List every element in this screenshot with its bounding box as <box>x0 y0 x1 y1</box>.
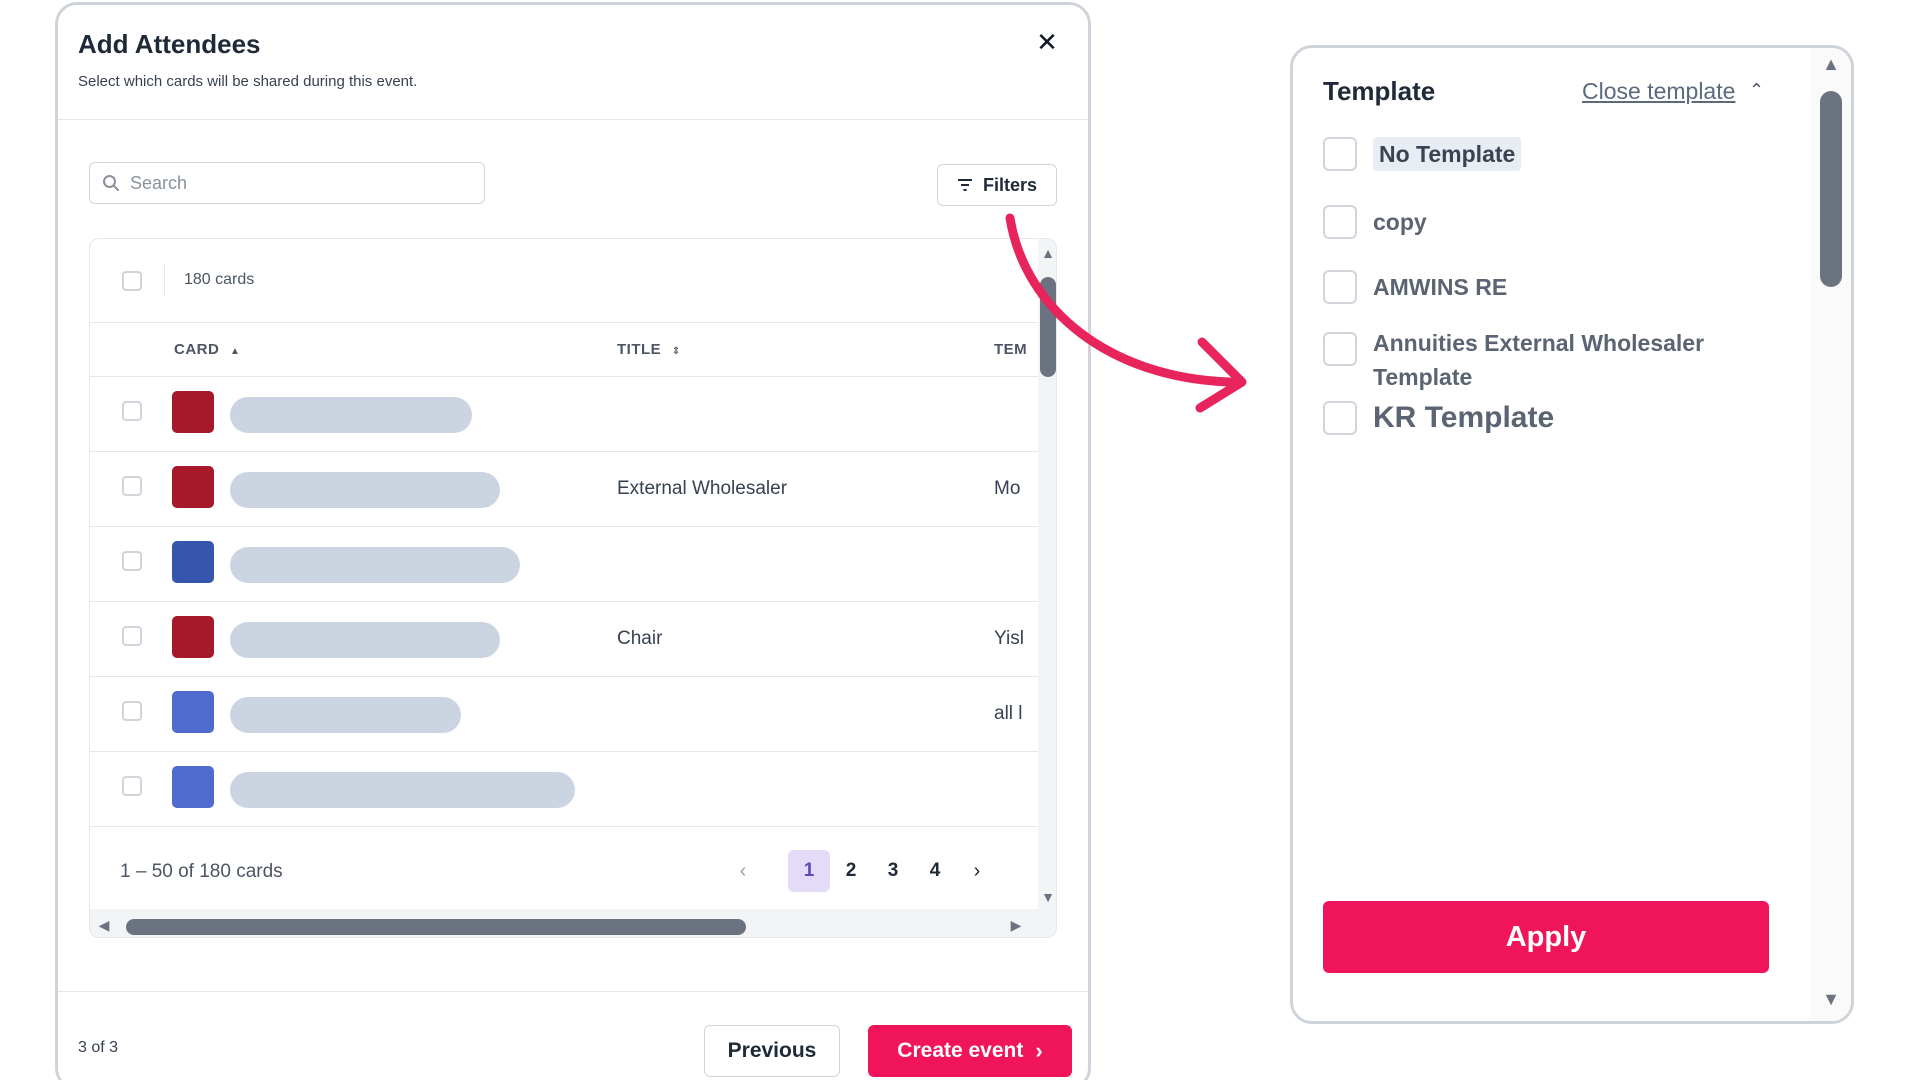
page-button-4[interactable]: 4 <box>914 850 956 892</box>
toolbar-separator <box>164 265 165 295</box>
table-row[interactable] <box>90 377 1038 452</box>
template-option-label-line1: Annuities External Wholesaler <box>1373 330 1705 356</box>
row-checkbox[interactable] <box>122 551 142 571</box>
template-option-label: KR Template <box>1373 401 1555 434</box>
card-name-placeholder <box>230 622 500 658</box>
sort-icon: ⇕ <box>671 346 680 357</box>
page-button-2[interactable]: 2 <box>830 850 872 892</box>
scroll-down-icon[interactable]: ▼ <box>1038 887 1056 907</box>
card-name-placeholder <box>230 397 472 433</box>
table-row[interactable] <box>90 527 1038 602</box>
card-color-swatch <box>172 616 214 658</box>
search-field[interactable] <box>89 162 485 204</box>
template-checkbox[interactable] <box>1323 270 1357 304</box>
header-divider <box>58 119 1088 120</box>
modal-subtitle: Select which cards will be shared during… <box>78 73 418 90</box>
card-name-placeholder <box>230 547 520 583</box>
pagination-range: 1 – 50 of 180 cards <box>120 861 283 882</box>
chevron-right-icon: › <box>1035 1038 1043 1063</box>
create-event-label: Create event <box>897 1039 1024 1062</box>
template-panel-title: Template <box>1323 76 1436 106</box>
row-title: Chair <box>617 628 663 649</box>
column-title-label: TITLE <box>617 341 662 358</box>
column-card-label: CARD <box>174 341 220 358</box>
table-row[interactable]: all l <box>90 677 1038 752</box>
select-all-checkbox[interactable] <box>122 271 142 291</box>
search-icon <box>103 175 119 191</box>
panel-scroll-down-icon[interactable]: ▼ <box>1819 989 1843 1009</box>
column-title[interactable]: TITLE ⇕ <box>617 341 680 358</box>
row-checkbox[interactable] <box>122 476 142 496</box>
card-name-placeholder <box>230 772 575 808</box>
next-page-icon[interactable]: › <box>956 850 998 892</box>
row-checkbox[interactable] <box>122 776 142 796</box>
template-checkbox[interactable] <box>1323 205 1357 239</box>
page-button-1[interactable]: 1 <box>788 850 830 892</box>
template-checkbox[interactable] <box>1323 401 1357 435</box>
chevron-up-icon[interactable]: ⌃ <box>1749 80 1764 101</box>
column-header-row: CARD ▲ TITLE ⇕ TEM <box>90 323 1056 377</box>
prev-page-icon[interactable]: ‹ <box>722 850 764 892</box>
search-input[interactable] <box>130 163 470 203</box>
row-template: all l <box>994 703 1023 724</box>
template-checkbox[interactable] <box>1323 332 1357 366</box>
table-row[interactable]: Chair Yisl <box>90 602 1038 677</box>
template-option-label: No Template <box>1373 137 1522 171</box>
template-option-label: copy <box>1373 209 1427 235</box>
table-toolbar: 180 cards <box>90 239 1056 323</box>
filter-icon <box>957 179 972 191</box>
filters-label: Filters <box>982 174 1038 195</box>
table-row[interactable] <box>90 752 1038 827</box>
close-icon[interactable]: ✕ <box>1032 27 1062 57</box>
scroll-left-icon[interactable]: ◀ <box>94 915 114 935</box>
card-color-swatch <box>172 391 214 433</box>
previous-button[interactable]: Previous <box>704 1025 840 1077</box>
scroll-right-icon[interactable]: ▶ <box>1006 915 1026 935</box>
template-checkbox[interactable] <box>1323 137 1357 171</box>
column-card[interactable]: CARD ▲ <box>174 341 240 358</box>
apply-button[interactable]: Apply <box>1323 901 1769 973</box>
row-template: Yisl <box>994 628 1024 649</box>
row-template: Mo <box>994 478 1021 499</box>
template-option-label-line2: Template <box>1373 364 1473 390</box>
curved-arrow-icon <box>1005 213 1247 413</box>
cards-table: 180 cards CARD ▲ TITLE ⇕ TEM External Wh… <box>89 238 1057 938</box>
template-option-label: AMWINS RE <box>1373 274 1508 300</box>
close-template-link[interactable]: Close template <box>1582 78 1735 105</box>
row-checkbox[interactable] <box>122 701 142 721</box>
card-name-placeholder <box>230 472 500 508</box>
card-color-swatch <box>172 691 214 733</box>
panel-scroll-up-icon[interactable]: ▲ <box>1819 54 1843 74</box>
horizontal-scroll-thumb[interactable] <box>126 919 746 935</box>
row-checkbox[interactable] <box>122 626 142 646</box>
row-title: External Wholesaler <box>617 478 788 499</box>
footer-divider <box>58 991 1088 992</box>
row-checkbox[interactable] <box>122 401 142 421</box>
modal-title: Add Attendees <box>78 29 261 59</box>
template-panel: Template Close template ⌃ No Template co… <box>1290 45 1854 1024</box>
panel-scroll-thumb[interactable] <box>1820 91 1842 287</box>
card-color-swatch <box>172 466 214 508</box>
create-event-button[interactable]: Create event › <box>868 1025 1072 1077</box>
page-button-3[interactable]: 3 <box>872 850 914 892</box>
sort-ascending-icon: ▲ <box>230 346 241 357</box>
card-name-placeholder <box>230 697 461 733</box>
screenshot-canvas: Add Attendees Select which cards will be… <box>0 0 1920 1080</box>
step-indicator: 3 of 3 <box>78 1039 119 1056</box>
table-row[interactable]: External Wholesaler Mo <box>90 452 1038 527</box>
card-color-swatch <box>172 541 214 583</box>
card-count: 180 cards <box>184 271 255 288</box>
card-color-swatch <box>172 766 214 808</box>
add-attendees-modal: Add Attendees Select which cards will be… <box>55 2 1091 1080</box>
